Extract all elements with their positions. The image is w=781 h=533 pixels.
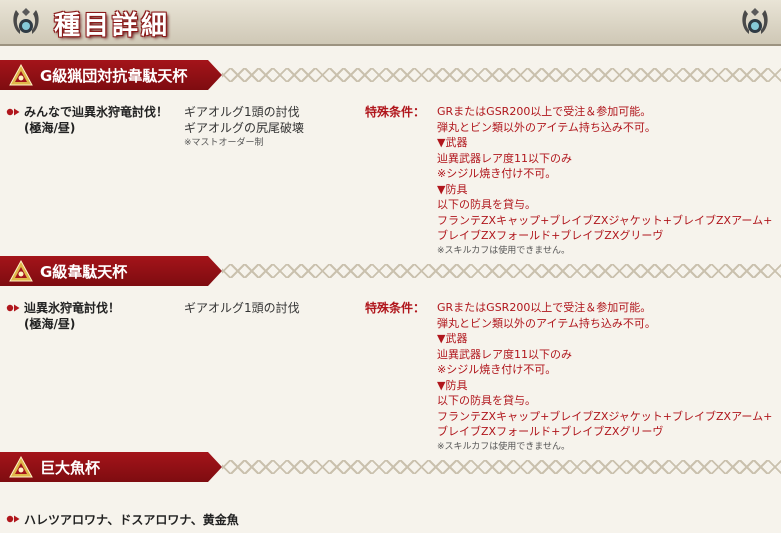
quest-location: (極海/昼) [24,121,76,135]
quest-target: ギアオルグ1頭の討伐 ギアオルグの尻尾破壊 ※マストオーダー制 [184,104,304,150]
condition-line: ※シジル焼き付け不可。 [437,363,557,376]
section-giant-fish-cup: 巨大魚杯 [0,452,781,482]
condition-line: フランテZXキャップ+ブレイブZXジャケット+ブレイブZXアーム+ [437,213,773,227]
section-banner: G級猟団対抗韋駄天杯 [0,60,781,90]
fish-list: ハレツアロワナ、ドスアロワナ、黄金魚 [24,513,239,527]
condition-line: ▼防具 [437,378,468,392]
banner-zigzag-decoration [222,264,781,278]
condition-line: 弾丸とビン類以外のアイテム持ち込み不可。 [437,120,656,134]
quest-name: みんなで辿異氷狩竜討伐！ (極海/昼) [24,104,168,136]
trophy-emblem-icon [9,64,33,86]
condition-line: ▼武器 [437,332,468,345]
condition-line: GRまたはGSR200以上で受注＆参加可能。 [437,105,652,118]
condition-line: 辿異武器レア度11以下のみ [437,151,572,165]
banner-zigzag-decoration [222,460,781,474]
banner-bar [0,452,222,482]
crest-icon [13,8,39,34]
bullet-arrow-icon [6,304,20,312]
page-header: 種目詳細 [0,0,781,46]
condition-line: 弾丸とビン類以外のアイテム持ち込み不可。 [437,316,656,330]
condition-label: 特殊条件： [365,105,426,119]
condition-line: ▼防具 [437,182,468,196]
condition-line: ブレイブZXフォールド+ブレイブZXグリーヴ [437,425,664,438]
quest-title: みんなで辿異氷狩竜討伐！ [24,105,169,119]
condition-line: GRまたはGSR200以上で受注＆参加可能。 [437,301,652,314]
banner-label: G級猟団対抗韋駄天杯 [40,67,188,85]
trophy-emblem-icon [9,456,33,478]
quest-name: 辿異氷狩竜討伐！ (極海/昼) [24,300,120,332]
section-g-idaten-cup: G級韋駄天杯 [0,256,781,286]
target-note: ※マストオーダー制 [184,138,264,148]
condition-label: 特殊条件： [365,301,426,315]
condition-list: GRまたはGSR200以上で受注＆参加可能。 弾丸とビン類以外のアイテム持ち込み… [437,104,777,258]
banner-label: 巨大魚杯 [40,459,101,477]
banner-label: G級韋駄天杯 [40,263,128,281]
condition-line: 以下の防具を貸与。 [437,394,536,407]
condition-list: GRまたはGSR200以上で受注＆参加可能。 弾丸とビン類以外のアイテム持ち込み… [437,300,777,454]
condition-line: ブレイブZXフォールド+ブレイブZXグリーヴ [437,229,664,242]
condition-line: 辿異武器レア度11以下のみ [437,347,572,361]
target-line: ギアオルグの尻尾破壊 [184,121,305,135]
condition-line: ▼武器 [437,136,468,149]
bullet-arrow-icon [6,108,20,116]
section-guild-idaten-cup: G級猟団対抗韋駄天杯 [0,60,781,90]
quest-location: (極海/昼) [24,317,76,331]
section-banner: G級韋駄天杯 [0,256,781,286]
condition-line: フランテZXキャップ+ブレイブZXジャケット+ブレイブZXアーム+ [437,409,773,423]
crest-icon [742,8,768,34]
target-line: ギアオルグ1頭の討伐 [184,301,300,315]
section-banner: 巨大魚杯 [0,452,781,482]
page-title: 種目詳細 [54,11,171,41]
banner-zigzag-decoration [222,68,781,82]
condition-line: ※シジル焼き付け不可。 [437,167,557,180]
condition-line: 以下の防具を貸与。 [437,198,536,211]
bullet-arrow-icon [6,515,20,523]
quest-title: 辿異氷狩竜討伐！ [24,301,121,315]
trophy-emblem-icon [9,260,33,282]
quest-target: ギアオルグ1頭の討伐 [184,300,300,316]
target-line: ギアオルグ1頭の討伐 [184,105,300,119]
